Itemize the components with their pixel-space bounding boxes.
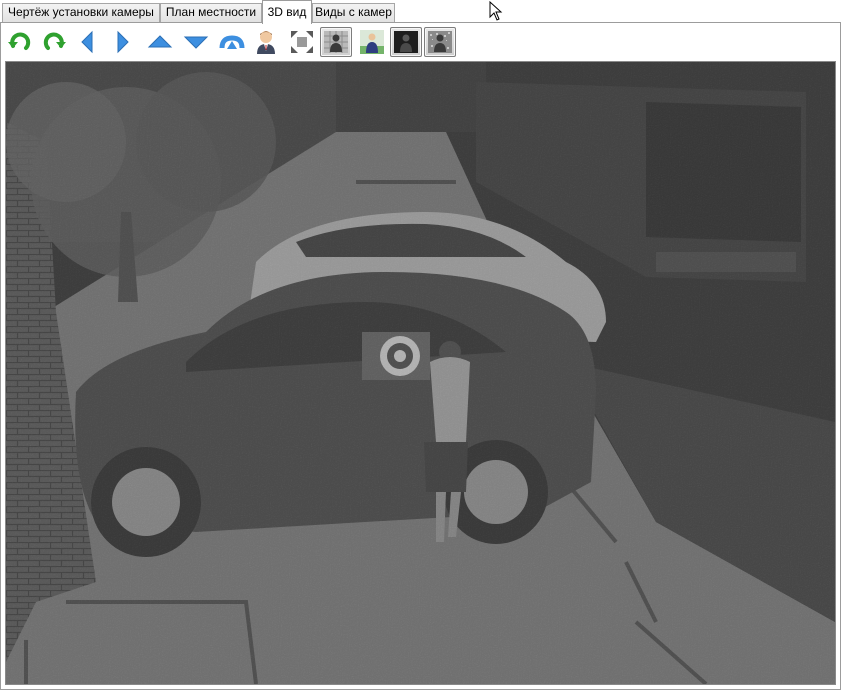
arrow-right-icon: [117, 30, 129, 54]
arrow-up-icon: [147, 35, 173, 48]
tab-site-plan[interactable]: План местности: [160, 3, 262, 22]
tab-camera-views[interactable]: Виды с камер: [312, 3, 395, 22]
move-back-button[interactable]: [218, 28, 246, 56]
noise-overlay: [6, 62, 835, 684]
grid-view-toggle[interactable]: [320, 27, 352, 57]
rotate-left-button[interactable]: [6, 28, 34, 56]
person-icon: [257, 31, 275, 54]
fit-view-icon: [291, 31, 313, 53]
arrow-left-icon: [81, 30, 93, 54]
fit-view-button[interactable]: [288, 28, 316, 56]
rotate-right-button[interactable]: [40, 28, 68, 56]
person-grid-view-icon: [324, 31, 348, 53]
tab-strip: Чертёж установки камеры План местности 3…: [0, 0, 841, 24]
move-down-button[interactable]: [182, 28, 210, 56]
toolbar: [6, 26, 834, 60]
move-right-button[interactable]: [108, 28, 136, 56]
person-noise-view-icon: [428, 31, 452, 53]
3d-scene: [6, 62, 835, 684]
tab-camera-installation-drawing[interactable]: Чертёж установки камеры: [2, 3, 160, 22]
noise-view-toggle[interactable]: [424, 27, 456, 57]
tab-3d-view[interactable]: 3D вид: [262, 0, 312, 24]
mouse-cursor-icon: [489, 1, 503, 21]
person-color-view-icon: [360, 30, 384, 54]
color-view-button[interactable]: [358, 28, 386, 56]
rotate-left-icon: [8, 32, 31, 50]
person-button[interactable]: [252, 28, 280, 56]
3d-viewport[interactable]: [5, 61, 836, 685]
arrow-down-icon: [183, 36, 209, 49]
person-night-view-icon: [394, 31, 418, 53]
move-up-button[interactable]: [146, 28, 174, 56]
night-view-toggle[interactable]: [390, 27, 422, 57]
arrow-back-up-icon: [219, 35, 245, 49]
move-left-button[interactable]: [74, 28, 102, 56]
rotate-right-icon: [43, 32, 66, 50]
